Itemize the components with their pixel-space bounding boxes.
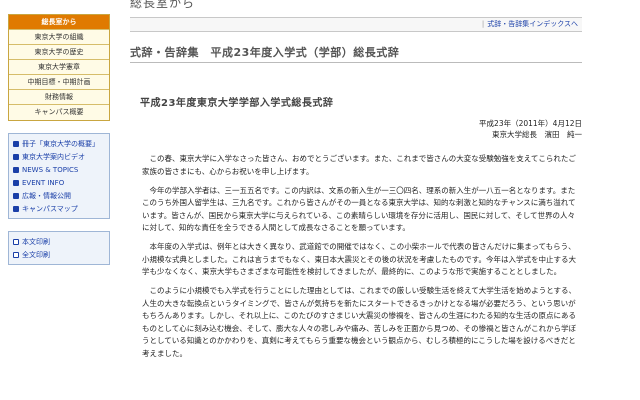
speech-speaker: 東京大学総長 濱田 純一 — [492, 130, 582, 139]
link-events[interactable]: EVENT INFO — [13, 176, 105, 189]
square-bullet-icon — [13, 179, 19, 186]
square-bullet-icon — [13, 192, 19, 199]
speech-title: 平成23年度東京大学学部入学式総長式辞 — [140, 98, 334, 109]
sidebar-item-history[interactable]: 東京大学の歴史 — [9, 45, 109, 60]
print-full-link[interactable]: 全文印刷 — [13, 248, 105, 261]
square-bullet-icon — [13, 166, 19, 173]
speech-paragraph: このように小規模でも入学式を行うことにした理由としては、これまでの厳しい受験生活… — [142, 286, 577, 358]
sidebar-menu: 総長室から 東京大学の組織 東京大学の歴史 東京大学憲章 中期目標・中期計画 財… — [8, 14, 110, 121]
sidebar-item-finance[interactable]: 財務情報 — [9, 90, 109, 105]
link-news[interactable]: NEWS & TOPICS — [13, 163, 105, 176]
top-nav-bar: | 式辞・告辞集インデックスへ — [130, 17, 582, 32]
sidebar-item-midterm-plan[interactable]: 中期目標・中期計画 — [9, 75, 109, 90]
speech-paragraph: 今年の学部入学者は、三一五五名です。この内訳は、文系の新入生が一三〇四名、理系の… — [142, 185, 576, 233]
square-bullet-icon — [13, 140, 19, 147]
sidebar-links: 冊子「東京大学の概要」 東京大学案内ビデオ NEWS & TOPICS EVEN… — [8, 133, 110, 219]
sidebar-item-charter[interactable]: 東京大学憲章 — [9, 60, 109, 75]
index-link[interactable]: 式辞・告辞集インデックスへ — [487, 20, 578, 28]
link-video[interactable]: 東京大学案内ビデオ — [13, 150, 105, 163]
speech-body: この春、東京大学に入学なさった皆さん、おめでとうございます。また、これまで皆さん… — [142, 153, 582, 367]
speech-paragraph: この春、東京大学に入学なさった皆さん、おめでとうございます。また、これまで皆さん… — [142, 154, 576, 176]
page-icon — [13, 238, 19, 245]
title-divider — [130, 62, 582, 63]
link-campus-map[interactable]: キャンパスマップ — [13, 202, 105, 215]
divider-bar: | — [481, 20, 485, 28]
sidebar-item-campus[interactable]: キャンパス概要 — [9, 105, 109, 120]
main-content: 総長室から | 式辞・告辞集インデックスへ 式辞・告辞集 平成23年度入学式（学部… — [130, 0, 640, 400]
square-bullet-icon — [13, 153, 19, 160]
section-header-title: 総長室から — [130, 0, 196, 10]
page-icon — [13, 251, 19, 258]
sidebar-item-organization[interactable]: 東京大学の組織 — [9, 30, 109, 45]
speech-paragraph: 本年度の入学式は、例年とは大きく異なり、武道館での開催ではなく、この小柴ホールで… — [142, 242, 577, 276]
link-brochure[interactable]: 冊子「東京大学の概要」 — [13, 137, 105, 150]
square-bullet-icon — [13, 205, 19, 212]
page-title: 式辞・告辞集 平成23年度入学式（学部）総長式辞 — [130, 46, 400, 59]
speech-date: 平成23年（2011年）4月12日 — [479, 119, 582, 128]
speech-date-block: 平成23年（2011年）4月12日 東京大学総長 濱田 純一 — [479, 118, 582, 140]
sidebar-column: 総長室から 東京大学の組織 東京大学の歴史 東京大学憲章 中期目標・中期計画 財… — [8, 0, 110, 265]
sidebar-item-president-office[interactable]: 総長室から — [9, 15, 109, 30]
link-pr-disclosure[interactable]: 広報・情報公開 — [13, 189, 105, 202]
sidebar: 総長室から 東京大学の組織 東京大学の歴史 東京大学憲章 中期目標・中期計画 財… — [0, 0, 118, 400]
print-body-link[interactable]: 本文印刷 — [13, 235, 105, 248]
print-links: 本文印刷 全文印刷 — [8, 231, 110, 265]
